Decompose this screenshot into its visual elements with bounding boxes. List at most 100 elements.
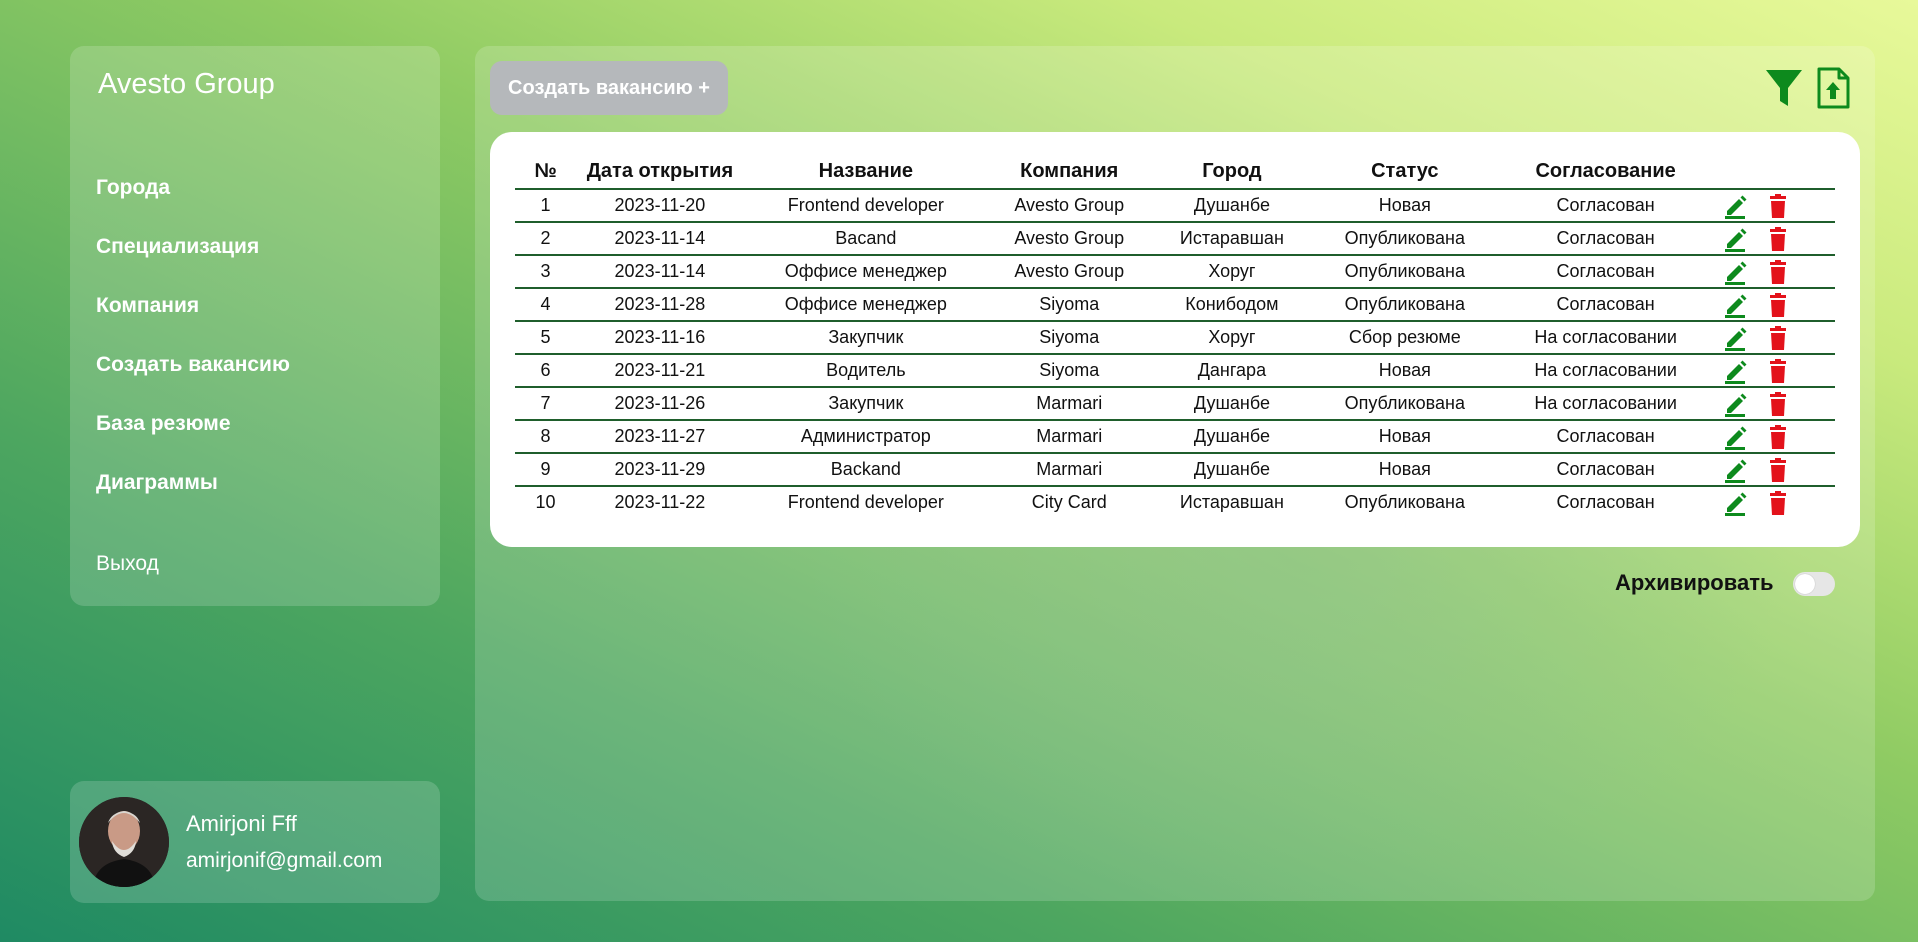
cell-status: Новая	[1313, 354, 1497, 388]
user-email: amirjonif@gmail.com	[186, 849, 383, 872]
vacancies-table-card: № Дата открытия Название Компания Город …	[490, 132, 1860, 547]
cell-number: 6	[515, 354, 577, 388]
sidebar-item-company[interactable]: Компания	[96, 294, 290, 353]
cell-actions	[1714, 387, 1835, 421]
cell-actions	[1714, 222, 1835, 256]
sidebar-nav: Города Специализация Компания Создать ва…	[96, 176, 290, 530]
edit-icon[interactable]	[1723, 457, 1749, 483]
cell-open-date: 2023-11-22	[614, 492, 706, 512]
cell-number: 5	[515, 321, 577, 355]
edit-icon[interactable]	[1723, 391, 1749, 417]
sidebar-item-specialization[interactable]: Специализация	[96, 235, 290, 294]
delete-icon[interactable]	[1765, 457, 1791, 483]
cell-city: Конибодом	[1150, 288, 1314, 322]
cell-open-date: 2023-11-28	[576, 288, 744, 322]
delete-icon[interactable]	[1765, 358, 1791, 384]
cell-company: City Card	[1031, 492, 1107, 512]
cell-actions	[1714, 420, 1835, 454]
cell-city: Хоруг	[1150, 255, 1314, 289]
archive-toggle[interactable]	[1793, 572, 1835, 596]
cell-city: Душанбе	[1150, 387, 1314, 421]
main-panel: Создать вакансию + № Дата открытия Назва…	[475, 46, 1875, 901]
cell-title: Водитель	[743, 354, 988, 388]
delete-icon[interactable]	[1765, 259, 1791, 285]
vacancies-table: № Дата открытия Название Компания Город …	[515, 154, 1835, 518]
cell-title: Bacand	[743, 222, 988, 256]
table-row: 5 2023-11-16 Закупчик Siyoma Хоруг Сбор резюм…	[515, 321, 1835, 355]
cell-company: Marmari	[987, 453, 1151, 487]
cell-open-date: 2023-11-29	[576, 453, 744, 487]
sidebar-item-resume-base[interactable]: База резюме	[96, 412, 290, 471]
delete-icon[interactable]	[1765, 391, 1791, 417]
cell-title: Frontend developer	[787, 492, 944, 512]
edit-icon[interactable]	[1723, 259, 1749, 285]
col-city: Город	[1150, 154, 1314, 190]
toggle-knob	[1795, 574, 1815, 594]
delete-icon[interactable]	[1765, 193, 1791, 219]
create-vacancy-button[interactable]: Создать вакансию +	[490, 61, 728, 115]
cell-company: Avesto Group	[987, 255, 1151, 289]
cell-approval: На согласовании	[1496, 321, 1715, 355]
edit-icon[interactable]	[1723, 226, 1749, 252]
cell-open-date: 2023-11-16	[576, 321, 744, 355]
cell-status: Опубликована	[1313, 288, 1497, 322]
sidebar-item-create-vacancy[interactable]: Создать вакансию	[96, 353, 290, 412]
sidebar-item-cities[interactable]: Города	[96, 176, 290, 235]
cell-approval: На согласовании	[1496, 354, 1715, 388]
cell-approval: Согласован	[1556, 492, 1655, 512]
cell-approval: Согласован	[1496, 255, 1715, 289]
edit-icon[interactable]	[1723, 325, 1749, 351]
table-row: 2 2023-11-14 Bacand Avesto Group Истаравшан О…	[515, 222, 1835, 256]
col-approval: Согласование	[1496, 154, 1715, 190]
cell-approval: Согласован	[1496, 288, 1715, 322]
table-row: 4 2023-11-28 Оффисе менеджер Siyoma Конибодо…	[515, 288, 1835, 322]
cell-approval: На согласовании	[1496, 387, 1715, 421]
delete-icon[interactable]	[1765, 424, 1791, 450]
cell-number: 7	[515, 387, 577, 421]
cell-company: Siyoma	[987, 354, 1151, 388]
edit-icon[interactable]	[1723, 490, 1749, 516]
table-header-row: № Дата открытия Название Компания Город …	[515, 154, 1835, 190]
cell-city: Хоруг	[1150, 321, 1314, 355]
file-upload-icon[interactable]	[1815, 66, 1857, 110]
col-company: Компания	[987, 154, 1151, 190]
delete-icon[interactable]	[1765, 490, 1791, 516]
table-row: 1 2023-11-20 Frontend developer Avesto Grou…	[515, 189, 1835, 223]
table-row: 3 2023-11-14 Оффисе менеджер Avesto Group Хо…	[515, 255, 1835, 289]
delete-icon[interactable]	[1765, 292, 1791, 318]
cell-title: Оффисе менеджер	[743, 255, 988, 289]
edit-icon[interactable]	[1723, 424, 1749, 450]
cell-open-date: 2023-11-21	[576, 354, 744, 388]
cell-company: Marmari	[987, 387, 1151, 421]
logout-link[interactable]: Выход	[96, 552, 159, 576]
table-body: 1 2023-11-20 Frontend developer Avesto Grou…	[515, 189, 1835, 518]
cell-actions	[1714, 354, 1835, 388]
cell-title: Закупчик	[743, 387, 988, 421]
cell-actions	[1714, 453, 1835, 487]
table-row: 6 2023-11-21 Водитель Siyoma Дангара Новая На …	[515, 354, 1835, 388]
delete-icon[interactable]	[1765, 325, 1791, 351]
edit-icon[interactable]	[1723, 358, 1749, 384]
edit-icon[interactable]	[1723, 292, 1749, 318]
cell-city: Душанбе	[1150, 453, 1314, 487]
cell-approval: Согласован	[1496, 420, 1715, 454]
cell-company: Siyoma	[987, 288, 1151, 322]
cell-number: 2	[515, 222, 577, 256]
col-status: Статус	[1313, 154, 1497, 190]
cell-status: Сбор резюме	[1313, 321, 1497, 355]
cell-company: Siyoma	[987, 321, 1151, 355]
cell-title: Закупчик	[743, 321, 988, 355]
user-profile-card: Amirjoni Fff amirjonif@gmail.com	[70, 781, 440, 903]
brand-title: Avesto Group	[98, 68, 275, 100]
filter-icon[interactable]	[1763, 66, 1805, 110]
edit-icon[interactable]	[1723, 193, 1749, 219]
cell-city: Истаравшан	[1150, 222, 1314, 256]
cell-open-date: 2023-11-20	[576, 189, 744, 223]
cell-status: Опубликована	[1313, 387, 1497, 421]
sidebar-item-diagrams[interactable]: Диаграммы	[96, 471, 290, 530]
cell-city: Душанбе	[1150, 420, 1314, 454]
delete-icon[interactable]	[1765, 226, 1791, 252]
cell-title: Backand	[743, 453, 988, 487]
cell-city: Дангара	[1150, 354, 1314, 388]
col-actions	[1714, 154, 1835, 190]
